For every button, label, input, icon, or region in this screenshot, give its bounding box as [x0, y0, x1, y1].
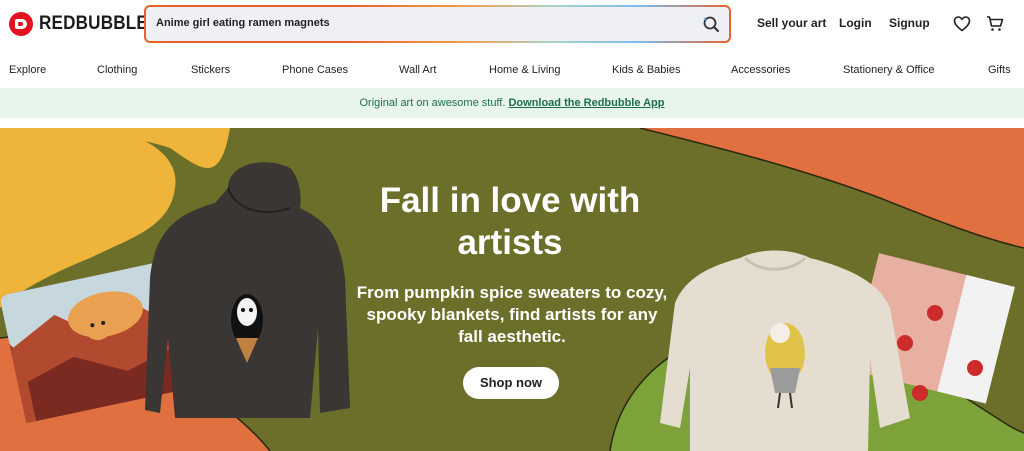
download-app-link[interactable]: Download the Redbubble App: [508, 97, 664, 109]
shop-now-button[interactable]: Shop now: [463, 367, 559, 399]
nav-clothing[interactable]: Clothing: [97, 64, 137, 76]
login-link[interactable]: Login: [839, 16, 872, 30]
top-header: REDBUBBLE Anime girl eating ramen magnet…: [0, 0, 1024, 50]
hero-subtitle: From pumpkin spice sweaters to cozy, spo…: [356, 283, 668, 346]
signup-link[interactable]: Signup: [889, 16, 930, 30]
redbubble-logo[interactable]: REDBUBBLE: [9, 12, 160, 36]
nav-phone-cases[interactable]: Phone Cases: [282, 64, 348, 76]
promo-text: Original art on awesome stuff. Download …: [359, 97, 665, 109]
nav-accessories[interactable]: Accessories: [731, 64, 790, 76]
nav-stickers[interactable]: Stickers: [191, 64, 230, 76]
category-nav: Explore Clothing Stickers Phone Cases Wa…: [0, 60, 1024, 82]
nav-gifts[interactable]: Gifts: [988, 64, 1011, 76]
search-query[interactable]: Anime girl eating ramen magnets: [156, 17, 330, 29]
nav-stationery-office[interactable]: Stationery & Office: [843, 64, 935, 76]
sell-your-art-link[interactable]: Sell your art: [757, 16, 826, 30]
nav-explore[interactable]: Explore: [9, 64, 46, 76]
nav-wall-art[interactable]: Wall Art: [399, 64, 437, 76]
search-input[interactable]: Anime girl eating ramen magnets: [144, 5, 731, 43]
nav-home-living[interactable]: Home & Living: [489, 64, 561, 76]
cart-icon[interactable]: [986, 15, 1004, 32]
search-icon[interactable]: [702, 15, 720, 33]
logo-icon: [9, 12, 33, 36]
nav-kids-babies[interactable]: Kids & Babies: [612, 64, 680, 76]
hero-banner: Fall in love with artists From pumpkin s…: [0, 128, 1024, 451]
promo-banner: Original art on awesome stuff. Download …: [0, 88, 1024, 118]
heart-icon[interactable]: [953, 15, 971, 32]
brand-name: REDBUBBLE: [39, 13, 148, 34]
hero-title: Fall in love with artists: [379, 181, 641, 262]
